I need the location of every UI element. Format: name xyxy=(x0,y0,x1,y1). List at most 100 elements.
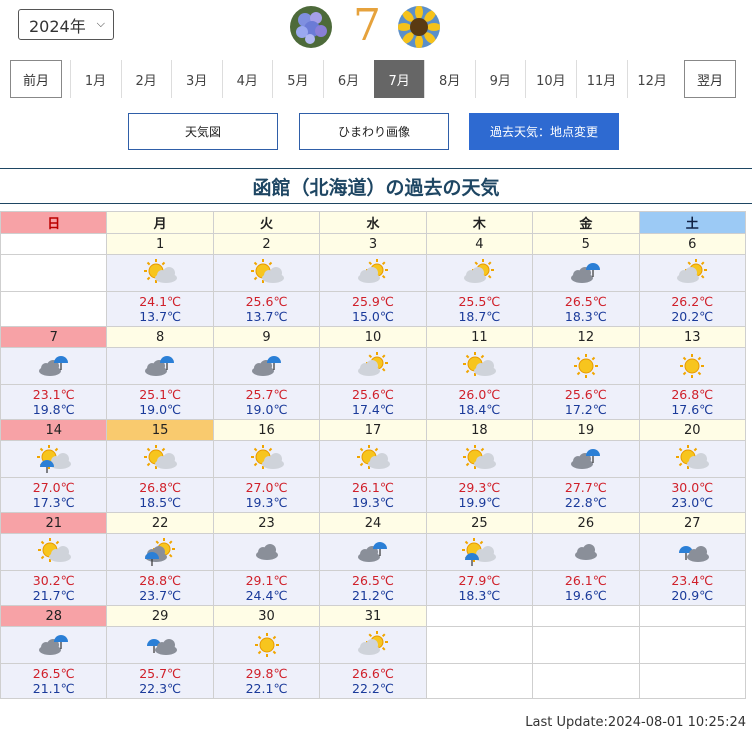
temperature-cell: 25.6℃ 17.4℃ xyxy=(319,384,427,420)
weekday-header: 木 xyxy=(425,211,534,234)
day-number: 25 xyxy=(425,512,534,534)
cloud-sun-icon xyxy=(357,259,388,283)
low-temp: 19.0℃ xyxy=(245,402,288,417)
weather-icon-cell xyxy=(532,347,640,385)
weather-icon-cell xyxy=(106,533,214,571)
next-month-button[interactable]: 翌月 xyxy=(684,60,736,98)
temperature-cell: 26.1℃ 19.6℃ xyxy=(532,570,640,606)
weather-icon-cell xyxy=(0,626,108,664)
low-temp: 22.3℃ xyxy=(139,681,182,696)
high-temp: 26.6℃ xyxy=(352,666,394,681)
low-temp: 17.3℃ xyxy=(32,495,75,510)
low-temp: 19.6℃ xyxy=(564,588,607,603)
low-temp: 19.3℃ xyxy=(352,495,394,510)
weather-icon-cell xyxy=(425,533,534,571)
temperature-cell: 27.9℃ 18.3℃ xyxy=(425,570,534,606)
high-temp: 25.1℃ xyxy=(139,387,182,402)
month-tab[interactable]: 8月 xyxy=(424,60,474,98)
month-tab[interactable]: 10月 xyxy=(525,60,575,98)
empty-cell xyxy=(638,626,747,664)
day-number: 3 xyxy=(319,233,427,255)
low-temp: 23.7℃ xyxy=(139,588,182,603)
weather-icon-cell xyxy=(638,533,747,571)
empty-cell xyxy=(0,254,108,292)
low-temp: 21.1℃ xyxy=(32,681,75,696)
high-temp: 28.8℃ xyxy=(139,573,182,588)
low-temp: 20.2℃ xyxy=(671,309,714,324)
day-number: 20 xyxy=(638,419,747,441)
temperature-cell: 25.6℃ 17.2℃ xyxy=(532,384,640,420)
weather-icon-cell xyxy=(319,533,427,571)
high-temp: 26.8℃ xyxy=(139,480,182,495)
temperature-cell: 26.8℃ 17.6℃ xyxy=(638,384,747,420)
high-temp: 26.1℃ xyxy=(352,480,394,495)
empty-cell xyxy=(638,663,747,699)
high-temp: 25.7℃ xyxy=(139,666,182,681)
month-tab[interactable]: 4月 xyxy=(221,60,272,98)
cloud-rain-icon xyxy=(570,263,600,283)
weather-icon-cell xyxy=(0,347,108,385)
sun-cloud-icon xyxy=(250,259,284,283)
weather-map-button[interactable]: 天気図 xyxy=(128,113,278,150)
sun-cloud-rain-icon xyxy=(36,445,71,473)
month-tab[interactable]: 12月 xyxy=(626,60,677,98)
low-temp: 17.2℃ xyxy=(564,402,607,417)
sun-cloud-icon xyxy=(463,352,497,376)
temperature-cell: 23.1℃ 19.8℃ xyxy=(0,384,108,420)
sun-cloud-icon xyxy=(37,538,71,562)
month-tab[interactable]: 3月 xyxy=(171,60,221,98)
past-weather-location-button[interactable]: 過去天気：地点変更 xyxy=(469,113,619,150)
day-number: 1 xyxy=(106,233,214,255)
temperature-cell: 25.1℃ 19.0℃ xyxy=(106,384,214,420)
temperature-cell: 26.8℃ 18.5℃ xyxy=(106,477,214,513)
weather-icon-cell xyxy=(106,440,214,478)
low-temp: 15.0℃ xyxy=(352,309,394,324)
high-temp: 29.1℃ xyxy=(245,573,288,588)
month-tab[interactable]: 6月 xyxy=(323,60,373,98)
temperature-cell: 23.4℃ 20.9℃ xyxy=(638,570,747,606)
month-tab[interactable]: 11月 xyxy=(576,60,626,98)
month-tab[interactable]: 1月 xyxy=(70,60,120,98)
himawari-image-button[interactable]: ひまわり画像 xyxy=(299,113,449,150)
temperature-cell: 26.5℃ 18.3℃ xyxy=(532,291,640,327)
high-temp: 26.5℃ xyxy=(352,573,394,588)
month-tab[interactable]: 5月 xyxy=(272,60,322,98)
prev-month-button[interactable]: 前月 xyxy=(10,60,62,98)
weather-icon-cell xyxy=(212,533,321,571)
high-temp: 25.7℃ xyxy=(245,387,288,402)
chevron-down-icon: ⌵ xyxy=(96,17,105,30)
empty-cell xyxy=(638,605,747,627)
weather-icon-cell xyxy=(532,440,640,478)
high-temp: 26.5℃ xyxy=(32,666,75,681)
temperature-cell: 27.0℃ 19.3℃ xyxy=(212,477,321,513)
low-temp: 24.4℃ xyxy=(245,588,288,603)
low-temp: 18.3℃ xyxy=(458,588,501,603)
weekday-header: 土 xyxy=(638,211,747,234)
high-temp: 25.9℃ xyxy=(352,294,394,309)
empty-cell xyxy=(0,291,108,327)
day-number: 16 xyxy=(212,419,321,441)
sun-icon xyxy=(573,354,598,378)
empty-cell xyxy=(425,605,534,627)
high-temp: 26.2℃ xyxy=(671,294,714,309)
temperature-cell: 30.2℃ 21.7℃ xyxy=(0,570,108,606)
temperature-cell: 26.1℃ 19.3℃ xyxy=(319,477,427,513)
day-number: 27 xyxy=(638,512,747,534)
weather-icon-cell xyxy=(425,254,534,292)
low-temp: 22.1℃ xyxy=(245,681,288,696)
day-number: 12 xyxy=(532,326,640,348)
high-temp: 26.8℃ xyxy=(671,387,714,402)
low-temp: 19.8℃ xyxy=(32,402,75,417)
day-number: 21 xyxy=(0,512,108,534)
high-temp: 27.0℃ xyxy=(245,480,288,495)
temperature-cell: 28.8℃ 23.7℃ xyxy=(106,570,214,606)
cloud-sun-icon xyxy=(677,259,708,283)
month-tab[interactable]: 2月 xyxy=(120,60,171,98)
high-temp: 25.6℃ xyxy=(352,387,394,402)
day-number: 19 xyxy=(532,419,640,441)
year-select[interactable]: 2024年 ⌵ xyxy=(18,9,114,40)
temperature-cell: 29.1℃ 24.4℃ xyxy=(212,570,321,606)
cloud-rain-icon xyxy=(145,356,175,376)
month-tab[interactable]: 7月 xyxy=(373,60,424,98)
month-tab[interactable]: 9月 xyxy=(474,60,525,98)
